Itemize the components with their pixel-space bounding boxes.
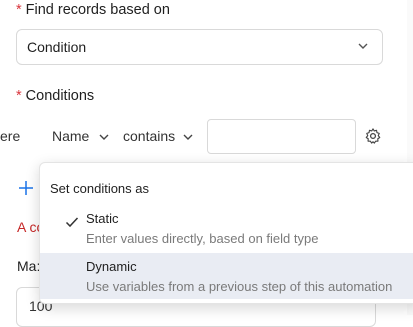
field-select[interactable]: Name bbox=[52, 128, 89, 144]
option-dynamic-description: Use variables from a previous step of th… bbox=[86, 279, 393, 294]
find-records-select[interactable]: Condition bbox=[16, 29, 383, 65]
max-records-label: Ma: bbox=[17, 258, 41, 274]
condition-row: ere Name contains bbox=[0, 119, 413, 155]
plus-icon[interactable] bbox=[18, 180, 34, 201]
gear-icon[interactable] bbox=[364, 127, 382, 150]
chevron-down-icon[interactable] bbox=[181, 130, 195, 149]
option-dynamic-label: Dynamic bbox=[86, 259, 137, 274]
option-dynamic[interactable]: Dynamic Use variables from a previous st… bbox=[40, 253, 413, 299]
condition-value-input[interactable] bbox=[207, 119, 356, 154]
required-mark: * bbox=[16, 88, 22, 104]
popup-title: Set conditions as bbox=[50, 181, 150, 196]
where-label: ere bbox=[0, 128, 21, 144]
checkmark-icon bbox=[65, 215, 79, 234]
option-static-label: Static bbox=[86, 211, 119, 226]
option-static-description: Enter values directly, based on field ty… bbox=[86, 231, 319, 246]
find-records-label: * Find records based on bbox=[16, 2, 170, 18]
chevron-down-icon[interactable] bbox=[97, 130, 111, 149]
option-static[interactable]: Static Enter values directly, based on f… bbox=[40, 205, 413, 251]
conditions-label: * Conditions bbox=[16, 88, 95, 104]
required-mark: * bbox=[16, 2, 22, 18]
chevron-down-icon bbox=[356, 39, 370, 56]
find-records-selected-value: Condition bbox=[27, 39, 87, 55]
set-conditions-popup: Set conditions as Static Enter values di… bbox=[39, 162, 413, 304]
operator-select[interactable]: contains bbox=[123, 128, 175, 144]
